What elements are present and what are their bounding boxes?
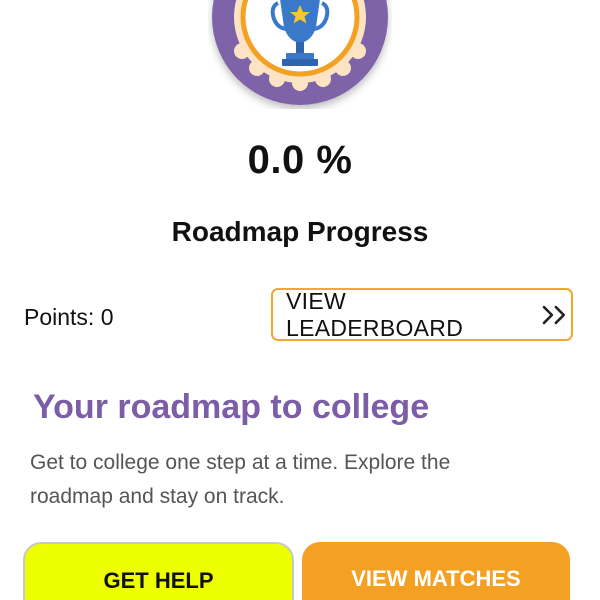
view-leaderboard-label: VIEW LEADERBOARD	[286, 287, 464, 341]
view-matches-button[interactable]: VIEW MATCHES	[302, 542, 570, 600]
get-help-label: GET HELP	[103, 568, 214, 593]
view-matches-label: VIEW MATCHES	[351, 566, 521, 591]
roadmap-title: Your roadmap to college	[33, 388, 430, 426]
double-chevron-right-icon	[542, 305, 566, 324]
points-counter: Points: 0	[24, 304, 114, 330]
roadmap-screen: 0.0 % Roadmap Progress Points: 0 VIEW LE…	[0, 0, 600, 600]
progress-percentage: 0.0 %	[247, 138, 353, 182]
view-leaderboard-button[interactable]: VIEW LEADERBOARD	[271, 288, 573, 341]
progress-label: Roadmap Progress	[171, 216, 429, 247]
get-help-button[interactable]: GET HELP	[23, 542, 294, 600]
roadmap-description: Get to college one step at a time. Explo…	[30, 451, 451, 508]
trophy-badge	[212, 0, 388, 105]
